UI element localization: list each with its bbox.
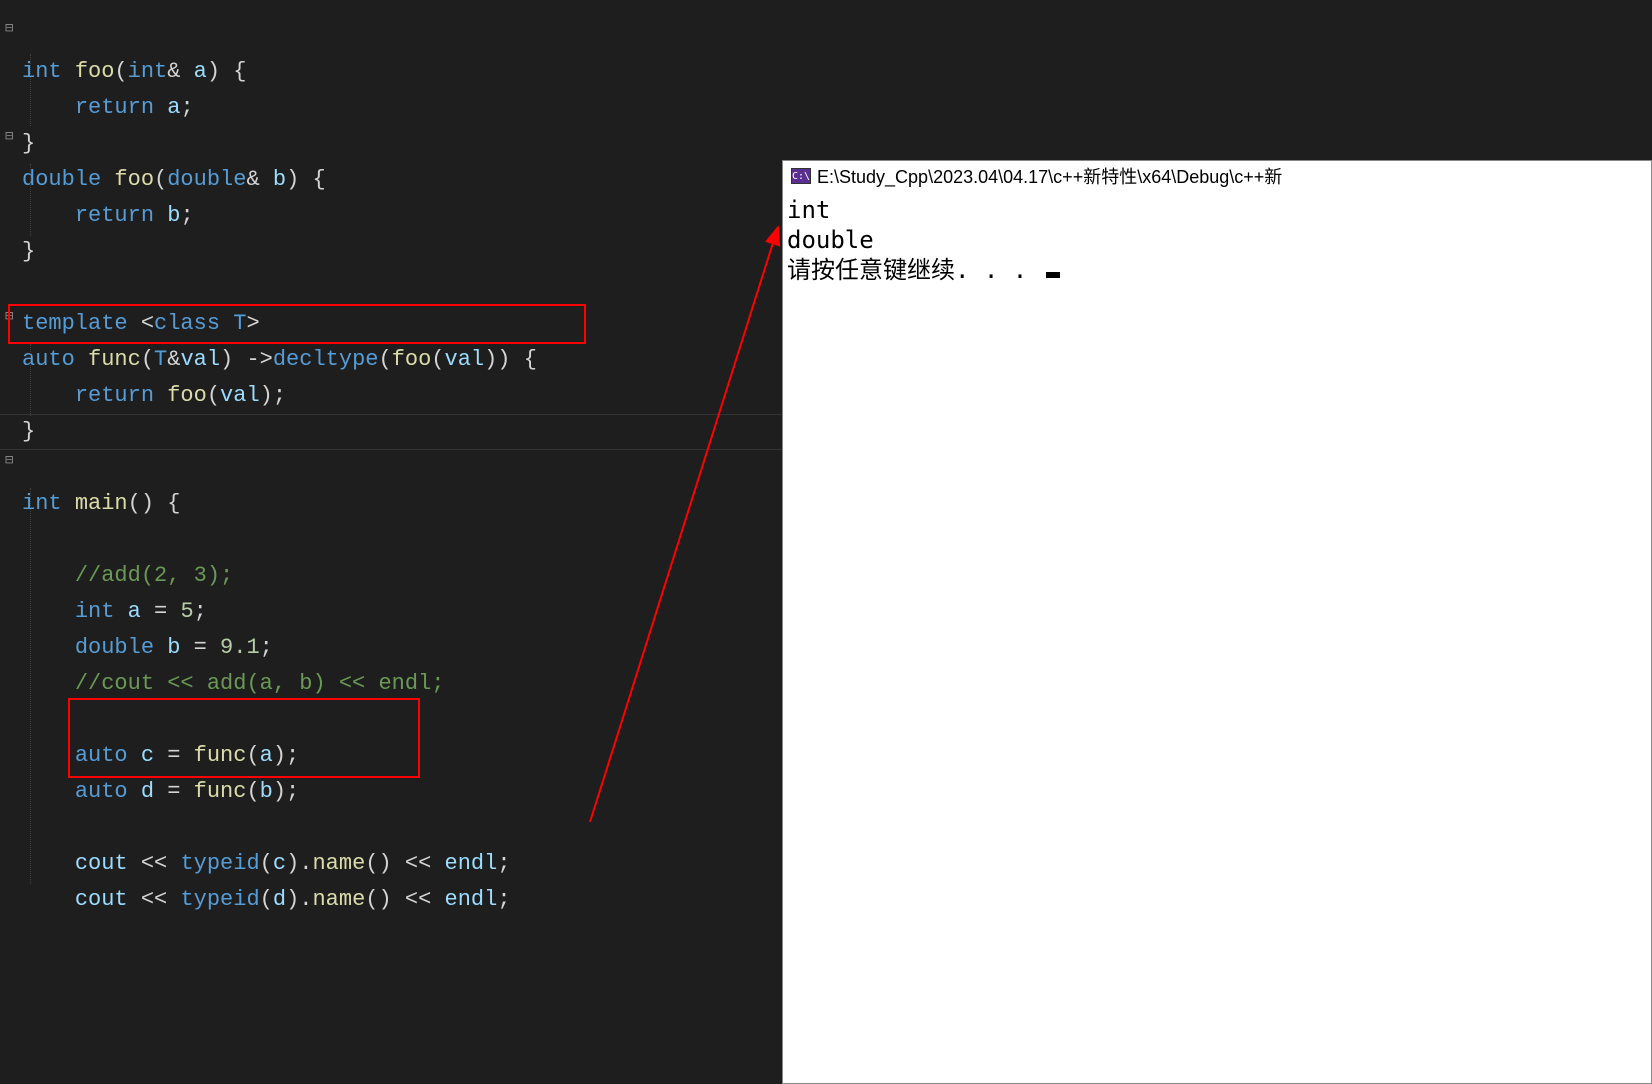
fold-toggle[interactable]: ⊟: [5, 128, 13, 145]
function-main: main: [75, 491, 128, 516]
keyword-double: double: [22, 167, 101, 192]
function-foo: foo: [75, 59, 115, 84]
keyword-template: template: [22, 311, 128, 336]
console-line: 请按任意键继续. . .: [787, 255, 1647, 285]
cursor-icon: [1046, 272, 1060, 278]
console-window[interactable]: C:\ E:\Study_Cpp\2023.04\04.17\c++新特性\x6…: [782, 160, 1652, 1084]
fold-toggle[interactable]: ⊟: [5, 20, 13, 37]
keyword-return: return: [75, 95, 154, 120]
keyword-decltype: decltype: [273, 347, 379, 372]
console-title: E:\Study_Cpp\2023.04\04.17\c++新特性\x64\De…: [817, 163, 1282, 189]
function-func: func: [88, 347, 141, 372]
console-icon: C:\: [791, 168, 811, 184]
console-line: double: [787, 225, 1647, 255]
fold-toggle[interactable]: ⊞: [5, 308, 13, 325]
keyword-int: int: [22, 59, 62, 84]
keyword-typeid: typeid: [180, 851, 259, 876]
console-titlebar[interactable]: C:\ E:\Study_Cpp\2023.04\04.17\c++新特性\x6…: [783, 161, 1651, 191]
console-line: int: [787, 195, 1647, 225]
comment: //add(2, 3);: [75, 563, 233, 588]
fold-toggle[interactable]: ⊟: [5, 452, 13, 469]
console-output[interactable]: int double 请按任意键继续. . .: [783, 191, 1651, 289]
